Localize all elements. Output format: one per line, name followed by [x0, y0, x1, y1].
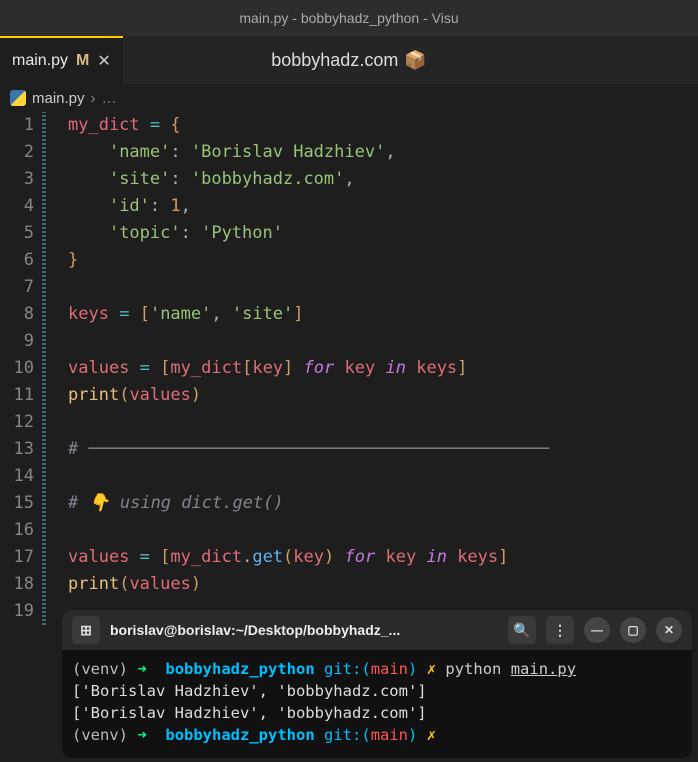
code-line[interactable]: # 👇 using dict.get()	[48, 490, 698, 517]
line-number: 1	[0, 112, 34, 139]
code-line[interactable]: # ──────────────────────────────────────…	[48, 436, 698, 463]
code-line[interactable]	[48, 517, 698, 544]
code-line[interactable]	[48, 409, 698, 436]
line-number: 12	[0, 409, 34, 436]
editor-tab-main-py[interactable]: main.py M ✕	[0, 36, 123, 84]
tab-modified-indicator: M	[76, 52, 89, 70]
watermark-text: bobbyhadz.com	[271, 50, 398, 71]
breadcrumb-file[interactable]: main.py	[32, 90, 85, 107]
terminal-title: borislav@borislav:~/Desktop/bobbyhadz_..…	[110, 622, 498, 638]
terminal-prompt-line: (venv) ➜ bobbyhadz_python git:(main) ✗ p…	[72, 658, 682, 680]
line-number: 9	[0, 328, 34, 355]
line-number: 2	[0, 139, 34, 166]
code-line[interactable]: 'id': 1,	[48, 193, 698, 220]
line-number: 15	[0, 490, 34, 517]
maximize-button[interactable]: ▢	[620, 617, 646, 643]
terminal-body[interactable]: (venv) ➜ bobbyhadz_python git:(main) ✗ p…	[62, 650, 692, 758]
close-button[interactable]: ✕	[656, 617, 682, 643]
editor-tabs: main.py M ✕ bobbyhadz.com 📦	[0, 36, 698, 84]
new-tab-button[interactable]: ⊞	[72, 616, 100, 644]
line-number: 16	[0, 517, 34, 544]
code-line[interactable]: 'site': 'bobbyhadz.com',	[48, 166, 698, 193]
chevron-right-icon: ›	[91, 90, 96, 107]
code-line[interactable]: }	[48, 247, 698, 274]
line-number: 13	[0, 436, 34, 463]
code-line[interactable]	[48, 463, 698, 490]
code-line[interactable]: 'topic': 'Python'	[48, 220, 698, 247]
code-line[interactable]: print(values)	[48, 382, 698, 409]
code-line[interactable]	[48, 328, 698, 355]
terminal-prompt-line: (venv) ➜ bobbyhadz_python git:(main) ✗	[72, 724, 682, 746]
python-icon	[10, 90, 26, 106]
code-line[interactable]: keys = ['name', 'site']	[48, 301, 698, 328]
tab-filename: main.py	[12, 52, 68, 70]
line-number: 4	[0, 193, 34, 220]
code-line[interactable]: print(values)	[48, 571, 698, 598]
line-number: 14	[0, 463, 34, 490]
close-icon[interactable]: ✕	[97, 51, 110, 71]
line-number: 10	[0, 355, 34, 382]
terminal-titlebar: ⊞ borislav@borislav:~/Desktop/bobbyhadz_…	[62, 610, 692, 650]
window-title-bar: main.py - bobbyhadz_python - Visu	[0, 0, 698, 36]
breadcrumb[interactable]: main.py › …	[0, 84, 698, 112]
window-title: main.py - bobbyhadz_python - Visu	[239, 10, 458, 26]
line-number: 11	[0, 382, 34, 409]
line-number: 7	[0, 274, 34, 301]
line-number: 6	[0, 247, 34, 274]
line-number: 3	[0, 166, 34, 193]
breadcrumb-more[interactable]: …	[102, 90, 117, 107]
code-editor[interactable]: 12345678910111213141516171819 my_dict = …	[0, 112, 698, 625]
watermark-overlay: bobbyhadz.com 📦	[271, 50, 427, 71]
code-line[interactable]: my_dict = {	[48, 112, 698, 139]
minimize-button[interactable]: —	[584, 617, 610, 643]
code-line[interactable]	[48, 274, 698, 301]
search-icon[interactable]: 🔍	[508, 616, 536, 644]
code-line[interactable]: values = [my_dict[key] for key in keys]	[48, 355, 698, 382]
code-line[interactable]: values = [my_dict.get(key) for key in ke…	[48, 544, 698, 571]
code-line[interactable]: 'name': 'Borislav Hadzhiev',	[48, 139, 698, 166]
code-area[interactable]: my_dict = { 'name': 'Borislav Hadzhiev',…	[46, 112, 698, 625]
terminal-output-line: ['Borislav Hadzhiev', 'bobbyhadz.com']	[72, 702, 682, 724]
line-number: 18	[0, 571, 34, 598]
terminal-output-line: ['Borislav Hadzhiev', 'bobbyhadz.com']	[72, 680, 682, 702]
line-number: 19	[0, 598, 34, 625]
line-number-gutter: 12345678910111213141516171819	[0, 112, 42, 625]
line-number: 17	[0, 544, 34, 571]
line-number: 5	[0, 220, 34, 247]
box-icon: 📦	[404, 50, 426, 71]
terminal-window: ⊞ borislav@borislav:~/Desktop/bobbyhadz_…	[62, 610, 692, 758]
line-number: 8	[0, 301, 34, 328]
menu-icon[interactable]: ⋮	[546, 616, 574, 644]
